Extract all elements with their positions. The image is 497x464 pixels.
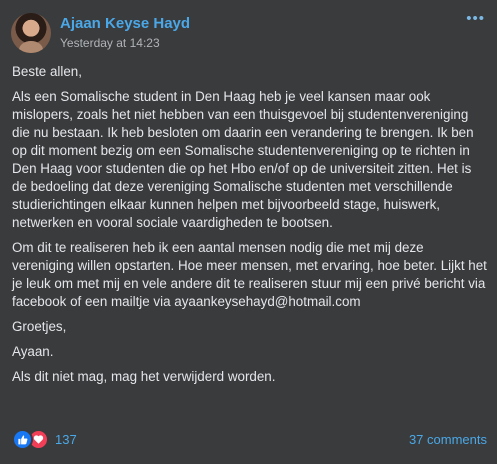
post-meta: Ajaan Keyse Hayd Yesterday at 14:23 xyxy=(60,15,190,51)
post-header: Ajaan Keyse Hayd Yesterday at 14:23 xyxy=(11,11,190,55)
post-paragraph: Beste allen, xyxy=(12,64,82,79)
post-footer: 137 37 comments xyxy=(12,428,487,450)
like-icon xyxy=(12,428,33,450)
post-body: Beste allen, Als een Somalische student … xyxy=(12,63,488,393)
post-timestamp[interactable]: Yesterday at 14:23 xyxy=(60,35,190,51)
post-paragraph: Als dit niet mag, mag het verwijderd wor… xyxy=(12,369,276,384)
reaction-count[interactable]: 137 xyxy=(55,432,77,447)
post-paragraph: Om dit te realiseren heb ik een aantal m… xyxy=(12,240,487,309)
comments-link[interactable]: 37 comments xyxy=(409,432,487,447)
post-paragraph: Ayaan. xyxy=(12,344,54,359)
more-options-icon[interactable]: ••• xyxy=(466,11,485,26)
avatar[interactable] xyxy=(11,13,51,53)
author-name[interactable]: Ajaan Keyse Hayd xyxy=(60,15,190,33)
post-paragraph: Groetjes, xyxy=(12,319,67,334)
post-paragraph: Als een Somalische student in Den Haag h… xyxy=(12,89,474,230)
reactions-summary[interactable]: 137 xyxy=(12,428,77,450)
post-card: Ajaan Keyse Hayd Yesterday at 14:23 ••• … xyxy=(0,0,497,464)
